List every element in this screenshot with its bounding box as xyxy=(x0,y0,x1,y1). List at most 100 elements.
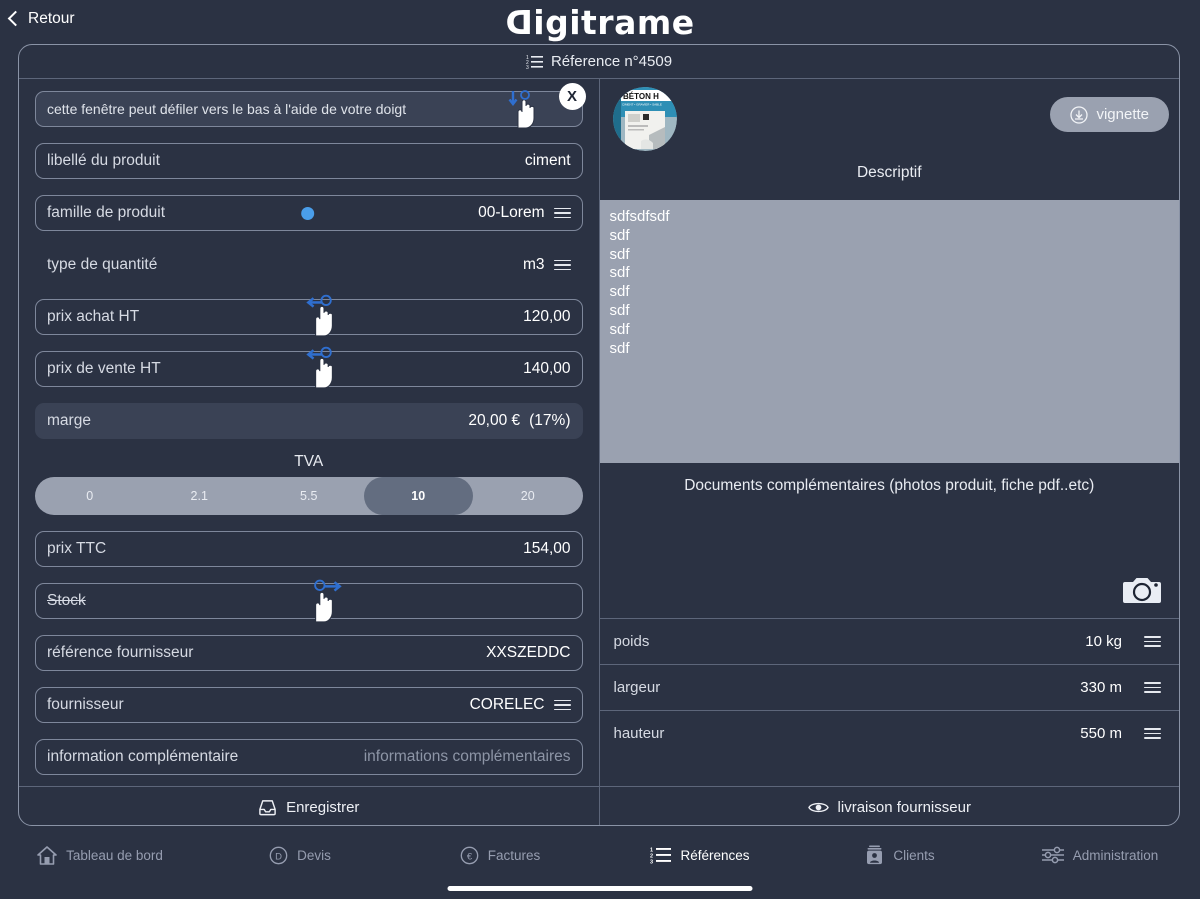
field-type-quantite[interactable]: type de quantité m3 xyxy=(35,247,583,283)
bottom-navigation: Tableau de bord D Devis € Factures 1 2 3 xyxy=(0,829,1200,899)
field-libelle-produit[interactable]: libellé du produit ciment xyxy=(35,143,583,179)
field-label: Stock xyxy=(47,592,86,609)
camera-icon xyxy=(1123,578,1161,603)
nav-item-devis[interactable]: D Devis xyxy=(200,846,400,865)
nav-item-references[interactable]: 1 2 3 Références xyxy=(600,846,800,865)
nav-label: Devis xyxy=(297,847,331,863)
hamburger-icon[interactable] xyxy=(553,205,571,222)
field-label: libellé du produit xyxy=(47,152,160,169)
tva-option-20[interactable]: 20 xyxy=(473,477,583,515)
close-hint-label: X xyxy=(566,88,577,105)
close-hint-button[interactable]: X xyxy=(558,83,586,110)
field-prix-vente-ht[interactable]: prix de vente HT 140,00 xyxy=(35,346,583,389)
dimension-label: largeur xyxy=(613,679,661,696)
sliders-icon xyxy=(1041,846,1064,864)
dimension-value: 330 m xyxy=(1080,679,1122,696)
nav-label: Clients xyxy=(893,847,935,863)
hamburger-icon[interactable] xyxy=(1144,679,1161,696)
nav-label: Administration xyxy=(1072,847,1159,863)
tva-option-2-1[interactable]: 2.1 xyxy=(145,477,255,515)
save-button[interactable]: Enregistrer xyxy=(19,787,600,825)
svg-text:CIMENT • GRAVIER • SABLE: CIMENT • GRAVIER • SABLE xyxy=(622,103,662,107)
documents-title: Documents complémentaires (photos produi… xyxy=(684,477,1095,494)
nav-item-administration[interactable]: Administration xyxy=(1000,846,1200,864)
reference-card: 1 2 3 Réference n°4509 cette fenêtre peu… xyxy=(18,44,1180,826)
dimension-row-poids[interactable]: poids 10 kg xyxy=(599,618,1179,664)
eye-icon xyxy=(807,802,829,812)
scroll-hint-text: cette fenêtre peut défiler vers le bas à… xyxy=(47,101,407,117)
nav-label: Factures xyxy=(487,847,541,863)
swipe-left-hand-icon xyxy=(306,294,333,337)
dimension-value-group: 550 m xyxy=(1080,725,1161,742)
field-value: ciment xyxy=(524,152,571,169)
save-icon xyxy=(259,799,276,815)
home-indicator xyxy=(447,886,753,891)
svg-text:D: D xyxy=(275,851,282,862)
svg-text:BÉTON H: BÉTON H xyxy=(623,92,659,101)
devis-icon: D xyxy=(269,846,288,864)
field-prix-achat-ht[interactable]: prix achat HT 120,00 xyxy=(35,294,583,337)
download-circle-icon xyxy=(1070,105,1089,124)
vignette-button[interactable]: vignette xyxy=(1050,97,1169,132)
delivery-button[interactable]: livraison fournisseur xyxy=(600,787,1180,825)
marge-percent: (17%) xyxy=(529,412,571,429)
product-form: cette fenêtre peut défiler vers le bas à… xyxy=(19,79,599,775)
documents-section[interactable]: Documents complémentaires (photos produi… xyxy=(600,463,1180,618)
tva-option-10[interactable]: 10 xyxy=(363,477,473,515)
field-value-group: 20,00 € (17%) xyxy=(468,412,570,430)
dimension-label: poids xyxy=(613,633,650,650)
nav-item-factures[interactable]: € Factures xyxy=(400,846,600,865)
field-value: CORELEC xyxy=(469,696,545,713)
left-form-column[interactable]: cette fenêtre peut défiler vers le bas à… xyxy=(19,79,600,786)
field-label: prix TTC xyxy=(47,540,107,557)
camera-button[interactable] xyxy=(1123,575,1161,610)
field-famille-produit[interactable]: famille de produit 00-Lorem xyxy=(35,195,583,231)
field-stock[interactable]: Stock xyxy=(35,579,583,623)
dimension-row-hauteur[interactable]: hauteur 550 m xyxy=(599,710,1179,756)
top-bar: Retour Digitrame xyxy=(0,0,1200,46)
field-prix-ttc[interactable]: prix TTC 154,00 xyxy=(35,531,583,567)
home-icon xyxy=(37,845,57,865)
field-marge: marge 20,00 € (17%) xyxy=(35,403,583,439)
swipe-left-hand-icon xyxy=(306,346,333,389)
field-placeholder: informations complémentaires xyxy=(363,748,571,765)
field-value: 140,00 xyxy=(523,360,571,377)
dimension-row-largeur[interactable]: largeur 330 m xyxy=(599,664,1179,710)
field-value: 154,00 xyxy=(523,540,571,557)
nav-item-clients[interactable]: Clients xyxy=(800,845,1000,865)
hamburger-icon[interactable] xyxy=(553,257,571,274)
svg-text:3: 3 xyxy=(650,860,653,865)
nav-item-tableau-de-bord[interactable]: Tableau de bord xyxy=(0,845,200,865)
field-reference-fournisseur[interactable]: référence fournisseur XXSZEDDC xyxy=(35,635,583,671)
euro-icon: € xyxy=(460,846,479,864)
hamburger-icon[interactable] xyxy=(553,697,571,714)
card-header: 1 2 3 Réference n°4509 xyxy=(19,45,1179,79)
field-value: m3 xyxy=(522,256,545,273)
svg-text:3: 3 xyxy=(526,65,529,69)
marge-amount: 20,00 € xyxy=(468,412,521,429)
tva-segmented-control[interactable]: 0 2.1 5.5 10 20 xyxy=(35,477,583,515)
field-value: 120,00 xyxy=(523,308,571,325)
field-fournisseur[interactable]: fournisseur CORELEC xyxy=(35,687,583,723)
logo-initial: D xyxy=(505,3,534,42)
swipe-down-hand-icon xyxy=(508,90,534,129)
field-label: référence fournisseur xyxy=(47,644,194,661)
field-information-complementaire[interactable]: information complémentaire informations … xyxy=(35,739,583,775)
descriptif-title: Descriptif xyxy=(856,164,922,181)
tva-option-0[interactable]: 0 xyxy=(35,477,145,515)
logo-text: igitrame xyxy=(533,3,695,42)
descriptif-textarea[interactable]: sdfsdfsdf sdf sdf sdf sdf sdf sdf sdf xyxy=(599,200,1179,463)
famille-color-dot xyxy=(300,206,314,220)
field-value: 00-Lorem xyxy=(478,204,545,221)
card-footer: Enregistrer livraison fournisseur xyxy=(19,786,1180,825)
nav-label: Références xyxy=(680,847,750,863)
field-value-group: 00-Lorem xyxy=(478,204,571,222)
tva-option-5-5[interactable]: 5.5 xyxy=(254,477,364,515)
contact-icon xyxy=(867,845,883,865)
field-label: information complémentaire xyxy=(47,748,239,765)
hamburger-icon[interactable] xyxy=(1144,725,1161,742)
product-thumbnail[interactable]: BÉTON H CIMENT • GRAVIER • SABLE xyxy=(612,87,677,151)
hamburger-icon[interactable] xyxy=(1144,633,1161,650)
dimension-value-group: 330 m xyxy=(1080,679,1161,696)
dimension-value-group: 10 kg xyxy=(1085,633,1161,650)
